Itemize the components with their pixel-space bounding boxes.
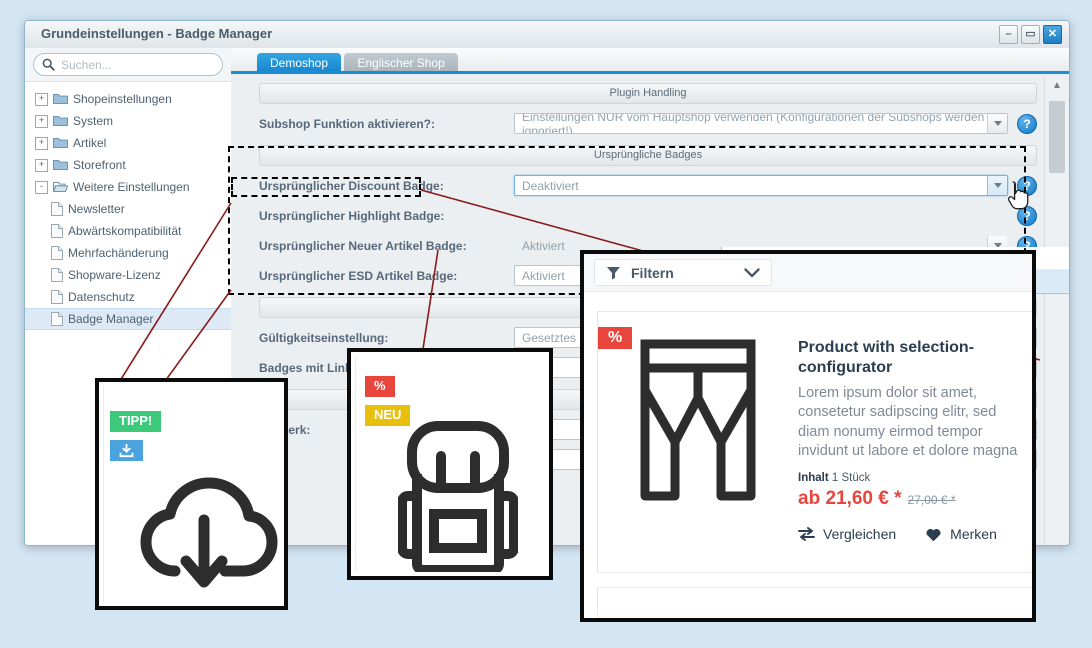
sidebar-item-label: Storefront [73, 158, 126, 172]
search-input[interactable]: Suchen... [33, 53, 223, 76]
sidebar-item-mehrfachaenderung[interactable]: Mehrfachänderung [31, 242, 231, 264]
maximize-icon[interactable]: ▭ [1021, 25, 1040, 44]
expander-icon[interactable]: + [35, 136, 48, 150]
subshop-function-select[interactable]: Einstellungen NUR vom Hauptshop verwende… [514, 113, 1008, 134]
sidebar-item-badge-manager[interactable]: Badge Manager [25, 308, 231, 330]
new-article-badge-callout: % NEU [347, 348, 553, 580]
discount-badge: % [365, 376, 395, 397]
folder-icon [53, 137, 68, 149]
shop-tabbar: Demoshop Englischer Shop [231, 48, 1069, 74]
tab-demoshop[interactable]: Demoshop [257, 53, 342, 74]
compare-button[interactable]: Vergleichen [798, 526, 896, 542]
sidebar-item-label: Shopware-Lizenz [68, 268, 161, 282]
product-actions: Vergleichen Merken [798, 526, 1020, 542]
discount-badge: % [598, 327, 633, 350]
content-scrollbar[interactable]: ▲ [1044, 77, 1069, 545]
scrollbar-thumb[interactable] [1049, 101, 1065, 173]
field-row-subshop: Subshop Funktion aktivieren?: Einstellun… [259, 113, 1037, 134]
sidebar-search-area: Suchen... [25, 48, 231, 82]
section-header-plugin-handling: Plugin Handling [259, 83, 1037, 104]
folder-icon [53, 93, 68, 105]
field-label: Gültigkeitseinstellung: [259, 330, 389, 345]
sidebar-item-label: Shopeinstellungen [73, 92, 172, 106]
expander-icon[interactable]: + [35, 92, 48, 106]
field-label: Subshop Funktion aktivieren?: [259, 116, 436, 131]
product-title: Product with selection-configurator [798, 339, 975, 376]
sidebar-item-shopeinstellungen[interactable]: + Shopeinstellungen [31, 88, 231, 110]
sidebar-item-label: Mehrfachänderung [68, 246, 169, 260]
chevron-down-icon [744, 267, 760, 278]
compare-label: Vergleichen [823, 526, 897, 543]
trousers-icon [623, 338, 773, 503]
field-value: Einstellungen NUR vom Hauptshop verwende… [522, 113, 985, 134]
heart-icon [925, 527, 942, 542]
content-value: 1 Stück [831, 472, 871, 485]
remember-label: Merken [950, 526, 997, 543]
folder-open-icon [53, 181, 68, 193]
backpack-icon [398, 418, 518, 572]
document-icon [51, 290, 63, 304]
sidebar-item-label: System [73, 114, 114, 128]
document-icon [51, 268, 63, 282]
document-icon [51, 246, 63, 260]
filter-button[interactable]: Filtern [594, 259, 772, 286]
sidebar-item-storefront[interactable]: + Storefront [31, 154, 231, 176]
help-icon[interactable]: ? [1017, 113, 1037, 134]
product-card[interactable]: % Product with selection-configurator Lo… [597, 311, 1032, 573]
document-icon [51, 224, 63, 238]
content-label: Inhalt [798, 472, 829, 485]
product-description: Lorem ipsum dolor sit amet, consetetur s… [798, 385, 1018, 459]
filter-label: Filtern [631, 264, 674, 281]
cloud-download-icon [126, 458, 278, 590]
folder-icon [53, 159, 68, 171]
sidebar-item-weitere-einstellungen[interactable]: - Weitere Einstellungen [31, 176, 231, 198]
settings-tree: + Shopeinstellungen + System + Artikel +… [25, 82, 231, 330]
remember-button[interactable]: Merken [925, 526, 997, 542]
sidebar-item-abwaertskompatibilitaet[interactable]: Abwärtskompatibilität [31, 220, 231, 242]
sidebar-item-label: Weitere Einstellungen [73, 180, 190, 194]
product-card-bottom-left[interactable] [597, 587, 1032, 618]
compare-icon [798, 527, 815, 542]
close-icon[interactable]: ✕ [1043, 25, 1062, 44]
storefront-listing-callout: Filtern % Product with selection-configu… [580, 250, 1036, 622]
sidebar-item-newsletter[interactable]: Newsletter [31, 198, 231, 220]
expander-icon[interactable]: + [35, 114, 48, 128]
funnel-icon [606, 265, 621, 280]
esd-badge-callout: TIPP! [95, 378, 288, 610]
window-title: Grundeinstellungen - Badge Manager [41, 26, 273, 41]
mouse-cursor-pointer [1007, 181, 1029, 210]
product-price: ab 21,60 € * 27,00 € * [798, 488, 1020, 510]
tab-englischer-shop[interactable]: Englischer Shop [344, 53, 458, 74]
expander-icon[interactable]: + [35, 158, 48, 172]
window-controls: – ▭ ✕ [999, 25, 1062, 44]
window-titlebar: Grundeinstellungen - Badge Manager – ▭ ✕ [25, 21, 1069, 49]
chevron-down-icon[interactable] [987, 114, 1007, 133]
search-placeholder: Suchen... [61, 57, 112, 72]
storefront-filter-bar: Filtern [584, 254, 1032, 292]
document-icon [51, 202, 63, 216]
folder-icon [53, 115, 68, 127]
sidebar-item-label: Abwärtskompatibilität [68, 224, 182, 238]
sidebar-item-label: Newsletter [68, 202, 125, 216]
sidebar-item-datenschutz[interactable]: Datenschutz [31, 286, 231, 308]
minimize-icon[interactable]: – [999, 25, 1018, 44]
search-icon [42, 58, 55, 71]
product-content: Inhalt 1 Stück [798, 472, 1020, 484]
storefront-viewport: Filtern % Product with selection-configu… [584, 254, 1032, 618]
scroll-up-icon[interactable]: ▲ [1045, 77, 1069, 93]
sidebar-item-artikel[interactable]: + Artikel [31, 132, 231, 154]
collapse-icon[interactable]: - [35, 180, 48, 194]
tipp-badge: TIPP! [110, 411, 162, 432]
document-icon [51, 312, 63, 326]
current-price: ab 21,60 € * [798, 488, 902, 510]
old-price: 27,00 € * [907, 493, 956, 508]
sidebar-item-label: Artikel [73, 136, 107, 150]
sidebar-item-label: Badge Manager [68, 312, 154, 326]
sidebar-item-system[interactable]: + System [31, 110, 231, 132]
sidebar-item-label: Datenschutz [68, 290, 135, 304]
sidebar-item-shopware-lizenz[interactable]: Shopware-Lizenz [31, 264, 231, 286]
